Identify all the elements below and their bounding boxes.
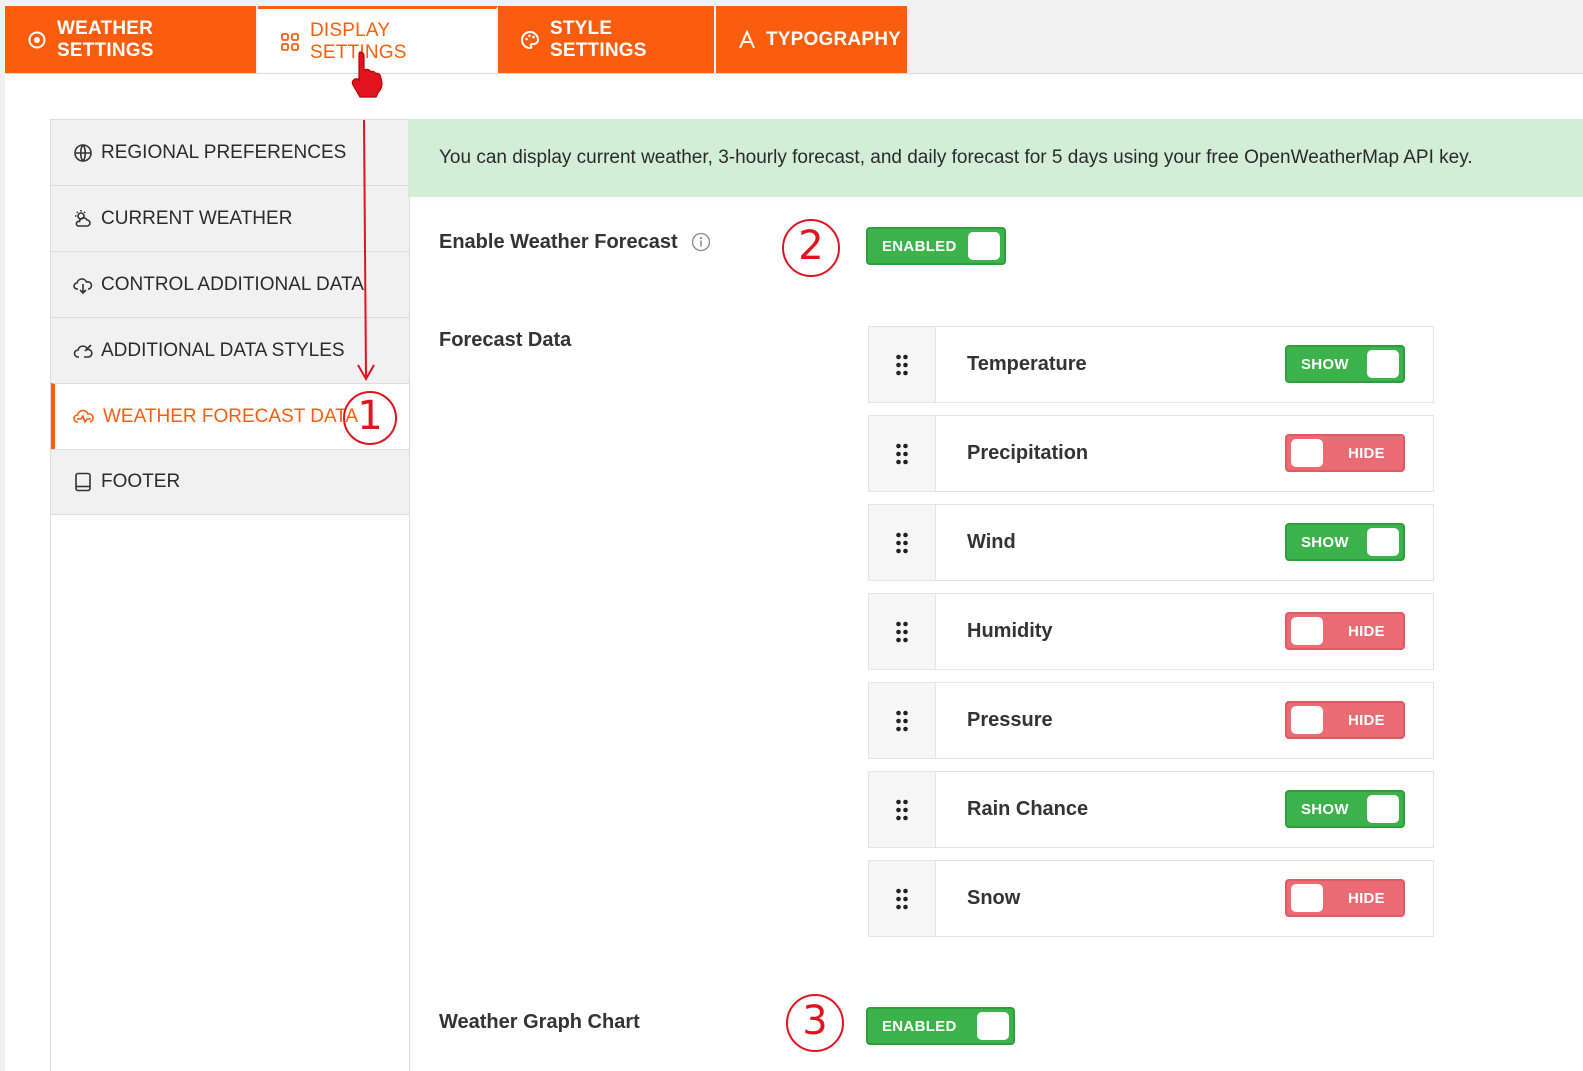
sidebar: REGIONAL PREFERENCES CURRENT WEATHER CON… [50,119,410,1071]
sidebar-item-current-weather[interactable]: CURRENT WEATHER [51,185,409,251]
toggle-state-label: HIDE [1347,444,1385,462]
tab-label: WEATHER SETTINGS [57,18,154,61]
toggle-state-label: SHOW [1301,355,1349,373]
drag-handle-icon [896,799,908,820]
sun-cloud-icon [75,209,91,227]
toggle-knob [1291,884,1323,912]
drag-handle[interactable] [869,683,936,758]
toggle-state-label: SHOW [1301,800,1349,818]
drag-handle-icon [896,532,908,553]
cloud-brush-icon [73,343,93,358]
palette-icon [521,30,540,50]
info-notice: You can display current weather, 3-hourl… [408,119,1583,197]
toggle-state-label: HIDE [1347,711,1385,729]
weather-settings-icon [28,31,46,49]
forecast-item-name: Wind [967,531,1016,553]
toggle-state-label: HIDE [1347,889,1385,907]
forecast-item-precipitation: Precipitation HIDE [868,415,1434,492]
enable-forecast-toggle[interactable]: ENABLED [866,227,1006,265]
info-icon[interactable] [691,232,711,252]
tab-label: DISPLAY SETTINGS [310,19,407,63]
drag-handle[interactable] [869,416,936,491]
drag-handle[interactable] [869,861,936,936]
drag-handle-icon [896,710,908,731]
forecast-item-name: Temperature [967,353,1087,375]
forecast-item-toggle[interactable]: HIDE [1285,879,1405,917]
toggle-state-label: ENABLED [882,1017,957,1035]
cloud-pulse-icon [73,409,94,424]
forecast-item-name: Humidity [967,620,1053,642]
tab-display-settings[interactable]: DISPLAY SETTINGS [258,6,498,74]
enable-forecast-label: Enable Weather Forecast [439,231,678,253]
sidebar-item-label: WEATHER FORECAST DATA [103,405,359,427]
forecast-item-toggle[interactable]: HIDE [1285,434,1405,472]
forecast-item-snow: Snow HIDE [868,860,1434,937]
forecast-data-list: Temperature SHOW Precipitation HIDE Wind… [868,326,1434,949]
sidebar-item-additional-data-styles[interactable]: ADDITIONAL DATA STYLES [51,317,409,383]
sidebar-item-label: ADDITIONAL DATA STYLES [101,339,345,361]
forecast-item-pressure: Pressure HIDE [868,682,1434,759]
drag-handle[interactable] [869,772,936,847]
forecast-item-toggle[interactable]: SHOW [1285,523,1405,561]
forecast-item-toggle[interactable]: SHOW [1285,790,1405,828]
forecast-item-temperature: Temperature SHOW [868,326,1434,403]
forecast-item-name: Precipitation [967,442,1089,464]
drag-handle[interactable] [869,327,936,402]
top-tab-bar: WEATHER SETTINGS DISPLAY SETTINGS STYLE … [5,6,909,74]
drag-handle-icon [896,354,908,375]
sidebar-item-label: CURRENT WEATHER [101,207,293,229]
main-panel: REGIONAL PREFERENCES CURRENT WEATHER CON… [5,74,1583,1071]
sidebar-item-weather-forecast-data[interactable]: WEATHER FORECAST DATA [51,383,409,449]
globe-icon [74,143,92,162]
sidebar-item-label: FOOTER [101,471,181,492]
tab-style-settings[interactable]: STYLE SETTINGS [498,6,716,74]
forecast-data-label: Forecast Data [439,329,572,351]
toggle-knob [1367,795,1399,823]
forecast-item-name: Pressure [967,709,1053,731]
toggle-knob [1291,706,1323,734]
forecast-item-toggle[interactable]: HIDE [1285,612,1405,650]
graph-chart-label: Weather Graph Chart [439,1011,640,1033]
sidebar-item-footer[interactable]: FOOTER [51,449,409,515]
toggle-state-label: SHOW [1301,533,1349,551]
grid-icon [281,32,299,51]
tab-typography[interactable]: TYPOGRAPHY [716,6,909,74]
toggle-knob [977,1012,1009,1040]
sidebar-item-control-additional-data[interactable]: CONTROL ADDITIONAL DATA [51,251,409,317]
forecast-item-humidity: Humidity HIDE [868,593,1434,670]
drag-handle-icon [896,888,908,909]
forecast-item-rain-chance: Rain Chance SHOW [868,771,1434,848]
enable-forecast-row: Enable Weather Forecast [439,231,711,254]
sidebar-item-label: REGIONAL PREFERENCES [101,141,347,163]
toggle-knob [1367,350,1399,378]
forecast-item-wind: Wind SHOW [868,504,1434,581]
drag-handle[interactable] [869,505,936,580]
forecast-item-name: Rain Chance [967,798,1089,820]
graph-chart-toggle[interactable]: ENABLED [866,1007,1015,1045]
toggle-knob [968,232,1000,260]
toggle-state-label: ENABLED [882,237,957,255]
typography-icon [739,30,755,49]
cloud-download-icon [73,277,93,294]
forecast-item-toggle[interactable]: HIDE [1285,701,1405,739]
tab-label: STYLE SETTINGS [550,18,647,61]
sidebar-item-regional-preferences[interactable]: REGIONAL PREFERENCES [51,119,409,185]
toggle-knob [1291,439,1323,467]
toggle-state-label: HIDE [1347,622,1385,640]
sidebar-item-label: CONTROL ADDITIONAL DATA [101,273,364,295]
toggle-knob [1291,617,1323,645]
settings-content: You can display current weather, 3-hourl… [408,119,1583,1071]
forecast-item-toggle[interactable]: SHOW [1285,345,1405,383]
tab-label: TYPOGRAPHY [766,29,902,50]
drag-handle-icon [896,443,908,464]
forecast-item-name: Snow [967,887,1021,909]
toggle-knob [1367,528,1399,556]
tab-weather-settings[interactable]: WEATHER SETTINGS [5,6,258,74]
drag-handle[interactable] [869,594,936,669]
tablet-icon [75,472,91,492]
drag-handle-icon [896,621,908,642]
